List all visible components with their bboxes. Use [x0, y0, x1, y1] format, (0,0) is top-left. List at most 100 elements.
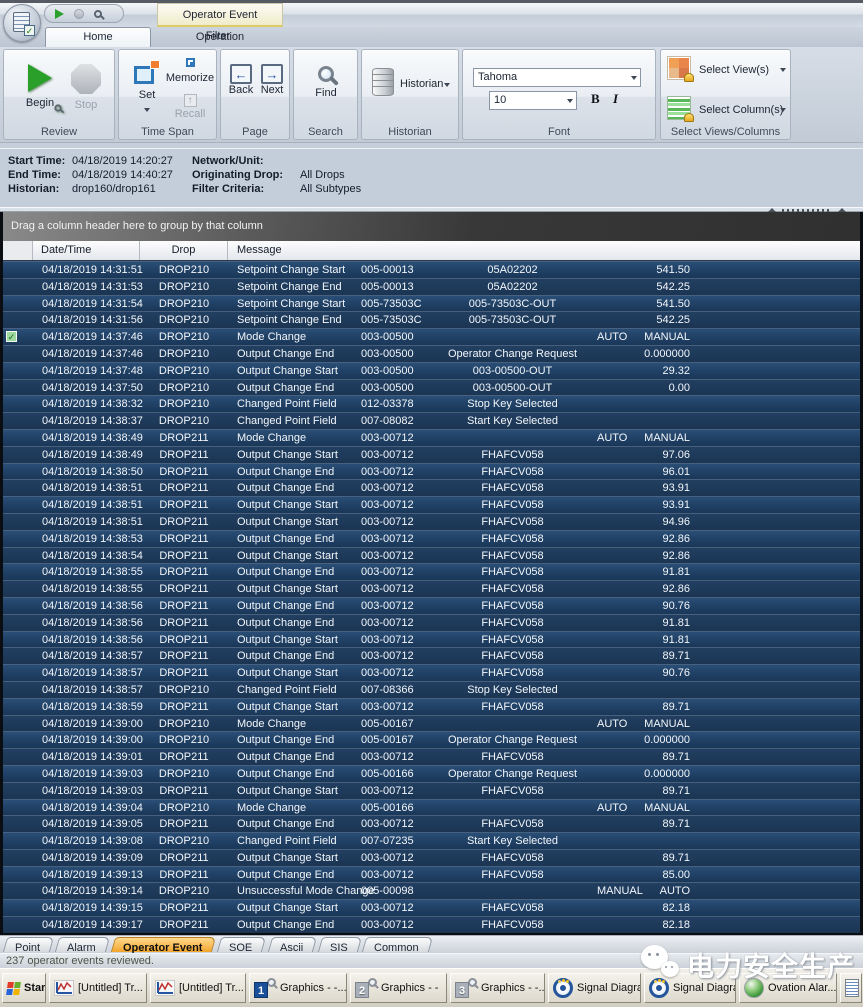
table-row[interactable]: 04/18/2019 14:38:51DROP211Output Change … [3, 479, 860, 496]
select-columns-button[interactable]: Select Column(s) [667, 96, 786, 130]
begin-quick-icon[interactable] [55, 9, 64, 19]
taskbar-item-graphics[interactable]: 2Graphics - - [350, 973, 447, 1003]
find-button[interactable]: Find [306, 62, 346, 124]
description-cell: FHAFCV058 [430, 900, 595, 916]
description-cell: FHAFCV058 [430, 665, 595, 681]
value1-cell [595, 648, 640, 664]
recall-button[interactable]: ↑ Recall [163, 90, 217, 120]
bottom-tab-ascii[interactable]: Ascii [267, 937, 317, 952]
start-button[interactable]: Start [2, 973, 46, 1003]
memorize-button[interactable]: Memorize [163, 54, 217, 84]
begin-button[interactable]: Begin [18, 58, 62, 124]
bottom-tab-point[interactable]: Point [3, 937, 54, 952]
column-header-message[interactable]: Message [228, 241, 355, 260]
table-row[interactable]: 04/18/2019 14:38:56DROP211Output Change … [3, 631, 860, 648]
taskbar-item-ovation-alar[interactable]: Ovation Alar... [739, 973, 837, 1003]
table-row[interactable]: 04/18/2019 14:39:00DROP210Output Change … [3, 731, 860, 748]
table-row[interactable]: 04/18/2019 14:38:56DROP211Output Change … [3, 597, 860, 614]
table-row[interactable]: 04/18/2019 14:39:05DROP211Output Change … [3, 815, 860, 832]
bold-button[interactable]: B [591, 91, 600, 107]
table-row[interactable]: 04/18/2019 14:39:14DROP210Unsuccessful M… [3, 882, 860, 899]
column-header-datetime[interactable]: Date/Time [33, 241, 140, 260]
table-row[interactable]: 04/18/2019 14:39:15DROP211Output Change … [3, 899, 860, 916]
table-row[interactable]: 04/18/2019 14:38:51DROP211Output Change … [3, 513, 860, 530]
font-size-select[interactable]: 10 [489, 91, 577, 110]
taskbar-item-signal-diagra[interactable]: Signal Diagra... [644, 973, 736, 1003]
table-row[interactable]: 04/18/2019 14:38:54DROP211Output Change … [3, 547, 860, 564]
group-label-historian: Historian [362, 126, 458, 138]
indicator-column-header[interactable] [3, 241, 33, 260]
column-header-drop[interactable]: Drop [140, 241, 228, 260]
table-row[interactable]: 04/18/2019 14:38:56DROP211Output Change … [3, 614, 860, 631]
taskbar-item-untitled-tr[interactable]: [Untitled] Tr... [49, 973, 147, 1003]
table-row[interactable]: 04/18/2019 14:38:51DROP211Output Change … [3, 496, 860, 513]
historian-button[interactable]: Historian [400, 78, 443, 90]
table-row[interactable]: 04/18/2019 14:38:32DROP210Changed Point … [3, 395, 860, 412]
table-row[interactable]: 04/18/2019 14:38:59DROP211Output Change … [3, 698, 860, 715]
taskbar-item-graphics[interactable]: 1Graphics - -... [249, 973, 347, 1003]
stop-button[interactable]: Stop [64, 58, 108, 124]
table-row[interactable]: 04/18/2019 14:39:03DROP210Output Change … [3, 765, 860, 782]
table-row[interactable]: 04/18/2019 14:38:57DROP211Output Change … [3, 664, 860, 681]
app-menu-button[interactable]: ✓ [3, 4, 41, 42]
next-button[interactable]: → Next [257, 64, 287, 124]
select-views-button[interactable]: Select View(s) [667, 56, 786, 90]
table-row[interactable]: 04/18/2019 14:37:46DROP210Mode Change003… [3, 328, 860, 345]
table-row[interactable]: 04/18/2019 14:38:49DROP211Mode Change003… [3, 429, 860, 446]
back-button[interactable]: ← Back [226, 64, 256, 124]
group-time-span: Set Memorize ↑ Recall Time Span [118, 49, 217, 140]
table-row[interactable]: 04/18/2019 14:31:54DROP210Setpoint Chang… [3, 295, 860, 312]
table-row[interactable]: 04/18/2019 14:39:00DROP210Mode Change005… [3, 715, 860, 732]
set-window-icon [134, 60, 160, 84]
stop-quick-icon[interactable] [74, 9, 84, 19]
bottom-tab-operator-event[interactable]: Operator Event [111, 937, 217, 952]
search-quick-icon[interactable] [94, 10, 102, 18]
value1-cell [595, 867, 640, 883]
bottom-tab-alarm[interactable]: Alarm [55, 937, 110, 952]
table-row[interactable]: 04/18/2019 14:39:04DROP210Mode Change005… [3, 799, 860, 816]
set-button[interactable]: Set [127, 58, 167, 134]
table-row[interactable]: 04/18/2019 14:38:49DROP211Output Change … [3, 446, 860, 463]
historian-value: drop160/drop161 [72, 183, 156, 197]
tab-home[interactable]: Home [45, 27, 151, 47]
taskbar-item-untitled-tr[interactable]: [Untitled] Tr... [150, 973, 246, 1003]
taskbar-item-list[interactable] [840, 973, 862, 1003]
font-family-select[interactable]: Tahoma [473, 68, 641, 87]
table-row[interactable]: 04/18/2019 14:31:51DROP210Setpoint Chang… [3, 261, 860, 278]
table-row[interactable]: 04/18/2019 14:39:08DROP210Changed Point … [3, 832, 860, 849]
bottom-tab-common[interactable]: Common [362, 937, 433, 952]
table-row[interactable]: 04/18/2019 14:39:13DROP211Output Change … [3, 866, 860, 883]
value1-cell [595, 413, 640, 429]
table-row[interactable]: 04/18/2019 14:38:57DROP210Changed Point … [3, 681, 860, 698]
message-cell: Mode Change [228, 430, 355, 446]
table-row[interactable]: 04/18/2019 14:37:48DROP210Output Change … [3, 362, 860, 379]
table-row[interactable]: 04/18/2019 14:37:50DROP210Output Change … [3, 379, 860, 396]
description-cell: FHAFCV058 [430, 464, 595, 480]
italic-button[interactable]: I [613, 91, 618, 107]
chevron-down-icon [631, 76, 637, 80]
bottom-tab-sis[interactable]: SIS [318, 937, 362, 952]
table-row[interactable]: 04/18/2019 14:38:50DROP211Output Change … [3, 463, 860, 480]
table-row[interactable]: 04/18/2019 14:38:55DROP211Output Change … [3, 580, 860, 597]
table-row[interactable]: 04/18/2019 14:38:55DROP211Output Change … [3, 563, 860, 580]
table-row[interactable]: 04/18/2019 14:38:53DROP211Output Change … [3, 530, 860, 547]
datetime-cell: 04/18/2019 14:38:55 [33, 564, 140, 580]
table-row[interactable]: 04/18/2019 14:39:01DROP211Output Change … [3, 748, 860, 765]
table-row[interactable]: 04/18/2019 14:37:46DROP210Output Change … [3, 345, 860, 362]
group-label-time-span: Time Span [119, 126, 216, 138]
table-row[interactable]: 04/18/2019 14:38:37DROP210Changed Point … [3, 412, 860, 429]
table-row[interactable]: 04/18/2019 14:38:57DROP211Output Change … [3, 647, 860, 664]
table-row[interactable]: 04/18/2019 14:39:09DROP211Output Change … [3, 849, 860, 866]
taskbar-item-graphics[interactable]: 3Graphics - -... [450, 973, 545, 1003]
group-by-band[interactable]: Drag a column header here to group by th… [3, 212, 860, 241]
point-cell: 003-00712 [355, 749, 430, 765]
description-cell: Start Key Selected [430, 413, 595, 429]
table-row[interactable]: 04/18/2019 14:31:53DROP210Setpoint Chang… [3, 278, 860, 295]
bottom-tab-soe[interactable]: SOE [217, 937, 267, 952]
table-row[interactable]: 04/18/2019 14:31:56DROP210Setpoint Chang… [3, 311, 860, 328]
table-row[interactable]: 04/18/2019 14:39:03DROP211Output Change … [3, 782, 860, 799]
chevron-down-icon[interactable] [444, 83, 450, 87]
datetime-cell: 04/18/2019 14:38:51 [33, 497, 140, 513]
table-row[interactable]: 04/18/2019 14:39:17DROP211Output Change … [3, 916, 860, 933]
taskbar-item-signal-diagra[interactable]: Signal Diagra... [548, 973, 641, 1003]
